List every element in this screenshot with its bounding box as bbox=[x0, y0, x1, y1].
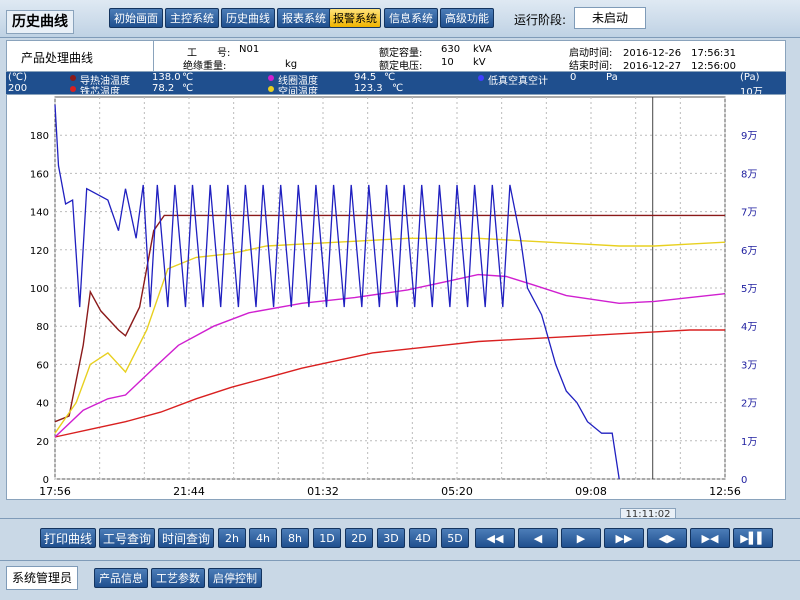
y-right-tick-label: 5万 bbox=[741, 284, 757, 295]
range-1d-button[interactable]: 1D bbox=[313, 528, 341, 548]
legend-unit-vacuum: Pa bbox=[606, 72, 618, 83]
range-3d-button[interactable]: 3D bbox=[377, 528, 405, 548]
legend-value-oil: 138.0 bbox=[152, 72, 181, 83]
current-user: 系统管理员 bbox=[6, 566, 78, 590]
right-axis-unit: (Pa) bbox=[740, 72, 760, 83]
legend-value-vacuum: 0 bbox=[570, 72, 577, 83]
jump-to-end-button[interactable]: ▶▌▌ bbox=[733, 528, 773, 548]
y-left-tick-label: 60 bbox=[36, 360, 49, 371]
step-backward-button[interactable]: ◀ bbox=[518, 528, 558, 548]
legend-swatch-space bbox=[268, 86, 274, 92]
legend-bar: (℃) 200 导热油温度 138.0 ℃ 铁芯温度 78.2 ℃ 线圈温度 9… bbox=[6, 72, 786, 98]
work-no-query-button[interactable]: 工号查询 bbox=[99, 528, 155, 548]
y-left-tick-label: 160 bbox=[30, 169, 49, 180]
x-tick-label: 01:32 bbox=[307, 485, 339, 498]
product-info-button[interactable]: 产品信息 bbox=[94, 568, 148, 588]
work-no-value: N01 bbox=[239, 44, 260, 55]
range-5d-button[interactable]: 5D bbox=[441, 528, 469, 548]
range-2h-button[interactable]: 2h bbox=[218, 528, 246, 548]
rated-voltage-label: 额定电压: bbox=[379, 61, 423, 72]
fast-forward-button[interactable]: ▶▶ bbox=[604, 528, 644, 548]
fast-backward-button[interactable]: ◀◀ bbox=[475, 528, 515, 548]
y-right-tick-label: 0 bbox=[741, 475, 747, 486]
zoom-out-button[interactable]: ◀▶ bbox=[647, 528, 687, 548]
y-left-tick-label: 140 bbox=[30, 208, 49, 219]
y-left-tick-label: 40 bbox=[36, 399, 49, 410]
legend-unit-oil: ℃ bbox=[182, 72, 194, 83]
legend-value-core: 78.2 bbox=[152, 83, 175, 94]
rated-capacity-value: 630 bbox=[441, 44, 461, 55]
y-right-tick-label: 9万 bbox=[741, 131, 757, 142]
legend-label-vacuum: 低真空真空计 bbox=[488, 76, 548, 87]
zoom-in-button[interactable]: ▶◀ bbox=[690, 528, 730, 548]
range-4d-button[interactable]: 4D bbox=[409, 528, 437, 548]
print-curve-button[interactable]: 打印曲线 bbox=[40, 528, 96, 548]
divider bbox=[153, 41, 154, 71]
rated-voltage-unit: kV bbox=[473, 57, 486, 68]
page-title: 历史曲线 bbox=[6, 10, 74, 34]
insulation-weight-label: 绝缘重量: bbox=[183, 61, 227, 72]
nav-info-button[interactable]: 信息系统 bbox=[384, 8, 438, 28]
legend-swatch-coil bbox=[268, 75, 274, 81]
y-left-tick-label: 120 bbox=[30, 246, 49, 257]
x-tick-label: 12:56 bbox=[709, 485, 741, 498]
rated-capacity-unit: kVA bbox=[473, 44, 492, 55]
left-axis-unit: (℃) bbox=[8, 72, 28, 83]
step-forward-button[interactable]: ▶ bbox=[561, 528, 601, 548]
nav-home-button[interactable]: 初始画面 bbox=[109, 8, 163, 28]
nav-history-curve-button[interactable]: 历史曲线 bbox=[221, 8, 275, 28]
y-right-tick-label: 8万 bbox=[741, 169, 757, 180]
stage-value: 未启动 bbox=[574, 7, 646, 29]
curve-label: 产品处理曲线 bbox=[21, 51, 94, 65]
process-params-button[interactable]: 工艺参数 bbox=[151, 568, 205, 588]
time-query-button[interactable]: 时间查询 bbox=[158, 528, 214, 548]
legend-value-space: 123.3 bbox=[354, 83, 383, 94]
range-4h-button[interactable]: 4h bbox=[249, 528, 277, 548]
y-left-tick-label: 80 bbox=[36, 322, 49, 333]
chart-svg[interactable]: 02040608010012014016018001万2万3万4万5万6万7万8… bbox=[7, 95, 785, 499]
y-left-tick-label: 100 bbox=[30, 284, 49, 295]
y-left-tick-label: 20 bbox=[36, 437, 49, 448]
nav-main-control-button[interactable]: 主控系统 bbox=[165, 8, 219, 28]
range-8h-button[interactable]: 8h bbox=[281, 528, 309, 548]
start-stop-control-button[interactable]: 启停控制 bbox=[208, 568, 262, 588]
x-tick-label: 05:20 bbox=[441, 485, 473, 498]
legend-unit-core: ℃ bbox=[182, 83, 194, 94]
y-right-tick-label: 2万 bbox=[741, 399, 757, 410]
legend-swatch-core bbox=[70, 86, 76, 92]
y-right-tick-label: 4万 bbox=[741, 322, 757, 333]
legend-unit-space: ℃ bbox=[392, 83, 404, 94]
y-left-tick-label: 180 bbox=[30, 131, 49, 142]
y-right-tick-label: 6万 bbox=[741, 246, 757, 257]
end-time-label: 结束时间: bbox=[569, 61, 613, 72]
x-tick-label: 17:56 bbox=[39, 485, 71, 498]
range-2d-button[interactable]: 2D bbox=[345, 528, 373, 548]
nav-alarm-button[interactable]: 报警系统 bbox=[329, 8, 381, 28]
y-right-tick-label: 1万 bbox=[741, 437, 757, 448]
x-tick-label: 21:44 bbox=[173, 485, 205, 498]
insulation-weight-unit: kg bbox=[285, 59, 298, 70]
left-axis-max: 200 bbox=[8, 83, 28, 94]
y-right-tick-label: 3万 bbox=[741, 360, 757, 371]
legend-value-coil: 94.5 bbox=[354, 72, 377, 83]
history-chart[interactable]: 0 20 40 60 80 100 120 140 160 180 0 1万 2万 3万 4万 5万 6万 7万 8… bbox=[6, 94, 786, 500]
legend-unit-coil: ℃ bbox=[384, 72, 396, 83]
product-info-panel: 产品处理曲线 工 号: N01 绝缘重量: kg 额定容量: 630 kVA 额… bbox=[6, 40, 786, 72]
nav-report-button[interactable]: 报表系统 bbox=[277, 8, 331, 28]
legend-swatch-vacuum bbox=[478, 75, 484, 81]
rated-voltage-value: 10 bbox=[441, 57, 454, 68]
legend-swatch-oil bbox=[70, 75, 76, 81]
x-tick-label: 09:08 bbox=[575, 485, 607, 498]
y-right-tick-label: 7万 bbox=[741, 208, 757, 219]
nav-advanced-button[interactable]: 高级功能 bbox=[440, 8, 494, 28]
stage-label: 运行阶段: bbox=[514, 13, 567, 27]
end-time-value: 2016-12-27 12:56:00 bbox=[623, 61, 737, 72]
